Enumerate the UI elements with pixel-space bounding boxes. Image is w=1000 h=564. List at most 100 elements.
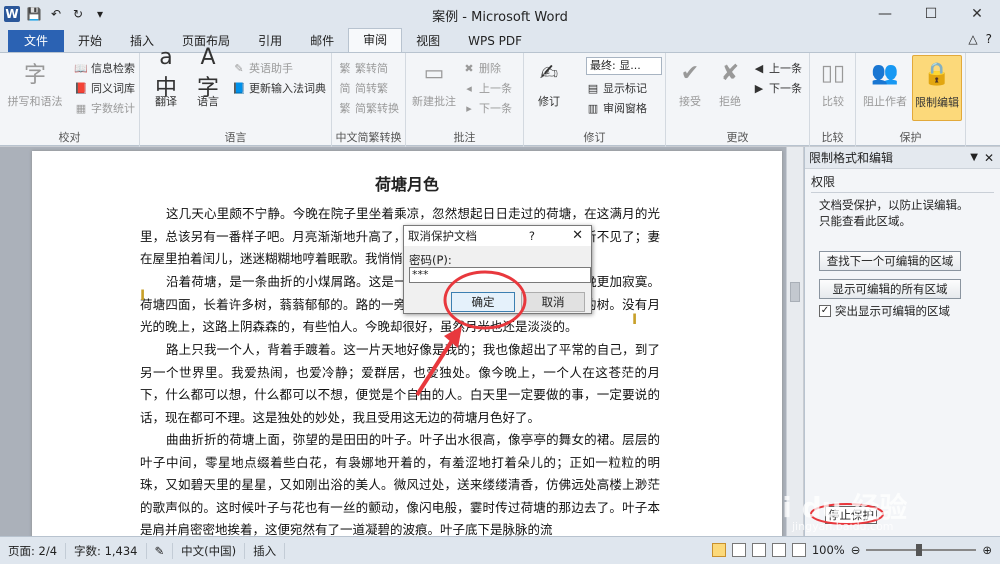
- tab-mailings[interactable]: 邮件: [296, 30, 348, 52]
- status-bar: 页面: 2/4 字数: 1,434 ✎ 中文(中国) 插入 100% ⊖ ⊕: [0, 536, 1000, 564]
- paragraph-3: 路上只我一个人，背着手踱着。这一片天地好像是我的；我也像超出了平常的自己，到了另…: [140, 342, 660, 425]
- group-label-chinese: 中文简繁转换: [335, 131, 402, 144]
- dialog-title: 取消保护文档: [408, 229, 477, 243]
- password-input[interactable]: ***: [409, 267, 591, 283]
- paragraph-4: 曲曲折折的荷塘上面，弥望的是田田的叶子。叶子出水很高，像亭亭的舞女的裙。层层的叶…: [140, 432, 660, 536]
- full-screen-view-icon[interactable]: [731, 543, 746, 557]
- group-tracking: ✍ 修订 最终: 显... ▤ 显示标记 ▥ 审阅窗格 修订: [524, 53, 666, 147]
- vertical-scrollbar[interactable]: [786, 147, 803, 536]
- tab-wps-pdf[interactable]: WPS PDF: [454, 30, 536, 52]
- ok-button[interactable]: 确定: [451, 292, 515, 312]
- document-title: 荷塘月色: [374, 175, 439, 194]
- draft-view-icon[interactable]: [791, 543, 806, 557]
- group-compare: ▯▯ 比较 比较: [810, 53, 856, 147]
- group-language: a中 翻译 A字 语言 ✎ 英语助手 📘 更新输入法词典 语言: [140, 45, 332, 147]
- group-label-tracking: 修订: [583, 131, 606, 144]
- english-assistant-button[interactable]: ✎ 英语助手: [232, 59, 293, 77]
- tab-review[interactable]: 审阅: [348, 28, 403, 52]
- to-simplified-button[interactable]: 繁繁转简: [338, 59, 389, 77]
- zoom-level[interactable]: 100%: [812, 543, 845, 557]
- reviewing-pane-button[interactable]: ▥ 审阅窗格: [586, 99, 647, 117]
- word-logo-icon[interactable]: W: [4, 6, 20, 22]
- highlight-editable-checkbox[interactable]: ✓ 突出显示可编辑的区域: [819, 303, 1000, 319]
- next-comment-button[interactable]: ▸ 下一条: [462, 99, 512, 117]
- close-button[interactable]: ✕: [954, 0, 1000, 28]
- find-next-editable-button[interactable]: 查找下一个可编辑的区域: [819, 251, 961, 271]
- update-ime-dictionary-button[interactable]: 📘 更新输入法词典: [232, 79, 326, 97]
- quick-access-toolbar: W 💾 ↶ ↻ ▾: [0, 6, 108, 22]
- group-chinese-conversion: 繁繁转简 简简转繁 繁简繁转换 中文简繁转换: [332, 53, 406, 147]
- dialog-close-icon[interactable]: ✕: [572, 226, 583, 246]
- previous-comment-button[interactable]: ◂ 上一条: [462, 79, 512, 97]
- tab-home[interactable]: 开始: [64, 30, 116, 52]
- language-button[interactable]: A字 语言: [188, 45, 228, 109]
- view-only-message: 只能查看此区域。: [819, 214, 911, 228]
- restrict-editing-button[interactable]: 🔒 限制编辑: [912, 55, 962, 121]
- zoom-slider-thumb[interactable]: [916, 544, 923, 556]
- translate-button[interactable]: a中 翻译: [146, 45, 186, 109]
- chinese-convert-button[interactable]: 繁简繁转换: [338, 99, 400, 117]
- password-label: 密码(P):: [409, 253, 452, 267]
- simp-to-trad-icon: 简: [339, 82, 351, 95]
- document-area[interactable]: 荷塘月色 这几天心里颇不宁静。今晚在院子里坐着乘凉，忽然想起日日走过的荷塘，在这…: [0, 147, 803, 536]
- show-markup-button[interactable]: ▤ 显示标记: [586, 79, 647, 97]
- group-label-language: 语言: [224, 131, 247, 144]
- scrollbar-thumb[interactable]: [790, 282, 800, 302]
- tab-view[interactable]: 视图: [402, 30, 454, 52]
- editable-region-marker-start: I: [140, 288, 146, 304]
- pane-header: 限制格式和编辑 ▼ ✕: [805, 147, 1000, 169]
- collapse-ribbon-icon[interactable]: △: [968, 32, 977, 46]
- group-label-comments: 批注: [453, 131, 476, 144]
- display-for-review-dropdown[interactable]: 最终: 显...: [586, 57, 662, 75]
- maximize-button[interactable]: ☐: [908, 0, 954, 28]
- ribbon: 字 拼写和语法 📖 信息检索 📕 同义词库 ▦ 字数统计 校对 a中 翻译 A字 语言…: [0, 45, 1000, 147]
- accept-button[interactable]: ✔ 接受: [670, 57, 710, 109]
- undo-icon[interactable]: ↶: [48, 6, 64, 22]
- help-icon[interactable]: ?: [986, 32, 992, 46]
- cancel-button[interactable]: 取消: [521, 292, 585, 312]
- redo-icon[interactable]: ↻: [70, 6, 86, 22]
- web-layout-view-icon[interactable]: [751, 543, 766, 557]
- to-traditional-button[interactable]: 简简转繁: [338, 79, 389, 97]
- block-authors-button[interactable]: 👥 阻止作者: [860, 57, 910, 109]
- customize-qat-icon[interactable]: ▾: [92, 6, 108, 22]
- page-indicator[interactable]: 页面: 2/4: [0, 542, 67, 559]
- insert-mode-indicator[interactable]: 插入: [245, 542, 286, 559]
- thesaurus-icon: 📕: [74, 81, 88, 95]
- minimize-button[interactable]: —: [862, 0, 908, 28]
- new-comment-icon: ▭: [423, 60, 445, 86]
- checkbox-checked-icon[interactable]: ✓: [819, 305, 831, 317]
- proofing-status-icon[interactable]: ✎: [147, 542, 174, 559]
- reject-icon: ✘: [720, 60, 740, 86]
- zoom-in-icon[interactable]: ⊕: [982, 543, 992, 557]
- track-changes-button[interactable]: ✍ 修订: [528, 57, 570, 109]
- delete-comment-button[interactable]: ✖ 删除: [462, 59, 501, 77]
- next-change-button[interactable]: ▶ 下一条: [752, 79, 802, 97]
- thesaurus-button[interactable]: 📕 同义词库: [74, 79, 135, 97]
- group-label-protect: 保护: [899, 131, 922, 144]
- save-icon[interactable]: 💾: [26, 6, 42, 22]
- previous-change-button[interactable]: ◀ 上一条: [752, 59, 802, 77]
- print-layout-view-icon[interactable]: [711, 543, 726, 557]
- previous-change-icon: ◀: [754, 61, 764, 75]
- tab-references[interactable]: 引用: [244, 30, 296, 52]
- dialog-help-icon[interactable]: ?: [529, 226, 535, 246]
- tab-file[interactable]: 文件: [8, 30, 65, 52]
- zoom-slider[interactable]: [866, 544, 977, 556]
- zoom-out-icon[interactable]: ⊖: [851, 543, 861, 557]
- research-button[interactable]: 📖 信息检索: [74, 59, 135, 77]
- word-count-button[interactable]: ▦ 字数统计: [74, 99, 135, 117]
- reject-button[interactable]: ✘ 拒绝: [710, 57, 750, 109]
- new-comment-button[interactable]: ▭ 新建批注: [410, 57, 458, 109]
- spelling-grammar-button[interactable]: 字 拼写和语法: [6, 57, 64, 109]
- pane-close-icon[interactable]: ✕: [984, 147, 994, 169]
- document-page[interactable]: 荷塘月色 这几天心里颇不宁静。今晚在院子里坐着乘凉，忽然想起日日走过的荷塘，在这…: [32, 151, 782, 536]
- compare-button[interactable]: ▯▯ 比较: [814, 57, 852, 109]
- word-count-indicator[interactable]: 字数: 1,434: [66, 542, 147, 559]
- show-all-editable-button[interactable]: 显示可编辑的所有区域: [819, 279, 961, 299]
- research-icon: 📖: [74, 61, 88, 75]
- outline-view-icon[interactable]: [771, 543, 786, 557]
- language-indicator[interactable]: 中文(中国): [173, 542, 246, 559]
- pane-title: 限制格式和编辑: [809, 151, 894, 165]
- pane-options-icon[interactable]: ▼: [970, 147, 978, 169]
